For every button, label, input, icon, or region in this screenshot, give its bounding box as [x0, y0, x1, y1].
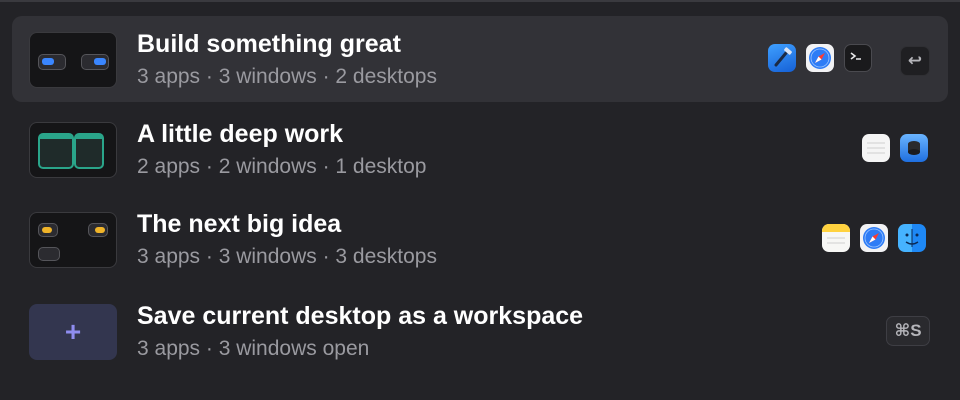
- mini-window: [38, 223, 58, 237]
- add-workspace-tile[interactable]: +: [29, 304, 117, 360]
- disk-utility-icon: [900, 134, 928, 162]
- return-key-shortcut: ↩: [900, 46, 930, 76]
- mini-window: [81, 54, 109, 70]
- mini-window: [38, 54, 66, 70]
- mini-window: [74, 133, 104, 169]
- plus-icon: +: [64, 316, 82, 347]
- workspace-row-build-something-great[interactable]: Build something great 3 apps · 3 windows…: [12, 16, 948, 102]
- workspace-subtitle: 2 apps · 2 windows · 1 desktop: [137, 155, 427, 178]
- safari-icon: [806, 44, 834, 72]
- workspace-switcher-panel: Build something great 3 apps · 3 windows…: [0, 0, 960, 400]
- workspace-app-icons: [862, 134, 928, 164]
- window-pill: [94, 58, 106, 65]
- workspace-title: A little deep work: [137, 120, 344, 148]
- mini-window: [38, 133, 74, 169]
- workspace-title: The next big idea: [137, 210, 342, 238]
- save-workspace-subtitle: 3 apps · 3 windows open: [137, 337, 370, 360]
- workspace-thumbnail: [29, 122, 117, 178]
- save-shortcut-key: ⌘S: [886, 316, 930, 346]
- xcode-icon: [768, 44, 796, 72]
- window-titlebar: [76, 135, 102, 139]
- workspace-title: Build something great: [137, 30, 401, 58]
- mini-window: [38, 247, 60, 261]
- save-workspace-row[interactable]: + Save current desktop as a workspace 3 …: [12, 288, 948, 374]
- workspace-app-icons: [822, 224, 926, 254]
- window-pill: [95, 227, 105, 233]
- notes-lines-icon: [862, 134, 890, 162]
- workspace-row-the-next-big-idea[interactable]: The next big idea 3 apps · 3 windows · 3…: [12, 196, 948, 282]
- workspace-subtitle: 3 apps · 3 windows · 2 desktops: [137, 65, 437, 88]
- window-pill: [42, 58, 54, 65]
- save-workspace-title: Save current desktop as a workspace: [137, 302, 584, 330]
- workspace-row-a-little-deep-work[interactable]: A little deep work 2 apps · 2 windows · …: [12, 106, 948, 192]
- mini-window: [88, 223, 108, 237]
- notes-icon: [822, 224, 850, 252]
- workspace-app-icons: [768, 44, 872, 74]
- workspace-thumbnail: [29, 212, 117, 268]
- workspace-subtitle: 3 apps · 3 windows · 3 desktops: [137, 245, 437, 268]
- workspace-thumbnail: [29, 32, 117, 88]
- window-titlebar: [40, 135, 72, 139]
- terminal-icon: [844, 44, 872, 72]
- finder-icon: [898, 224, 926, 252]
- window-pill: [42, 227, 52, 233]
- safari-icon: [860, 224, 888, 252]
